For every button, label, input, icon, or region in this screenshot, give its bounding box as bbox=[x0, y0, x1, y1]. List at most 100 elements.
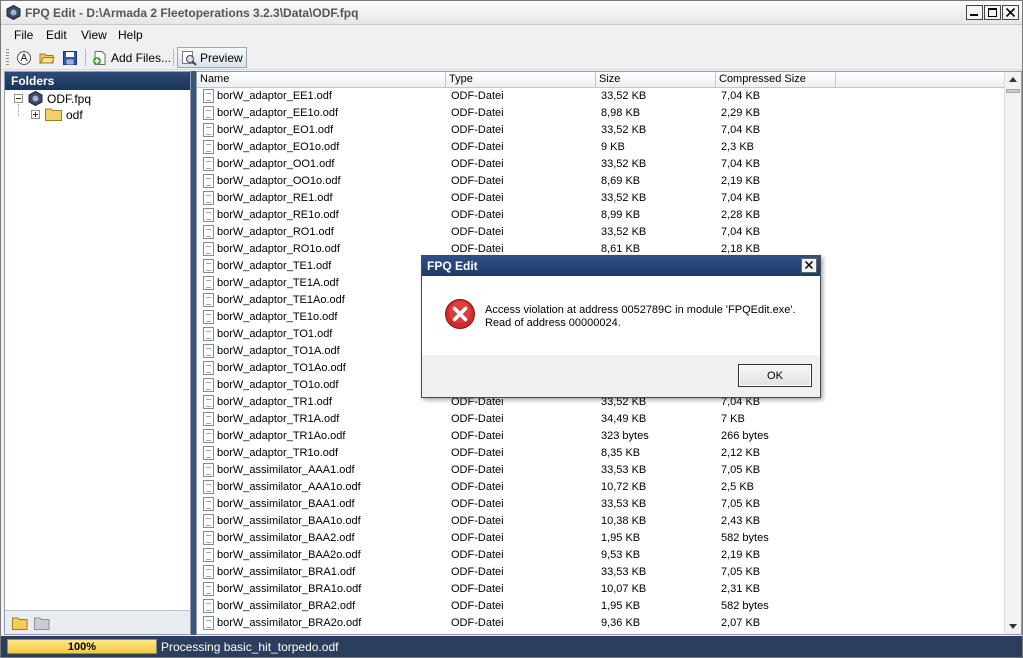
menu-file[interactable]: File bbox=[14, 28, 33, 42]
table-row[interactable]: borW_assimilator_BAA1.odf ODF-Datei 33,53 … bbox=[197, 496, 1005, 513]
add-files-icon bbox=[93, 50, 106, 65]
file-name: borW_adaptor_RO1o.odf bbox=[217, 243, 340, 255]
file-icon bbox=[203, 412, 214, 426]
vertical-scrollbar[interactable] bbox=[1004, 72, 1021, 634]
file-size: 33,52 KB bbox=[601, 226, 647, 238]
scroll-down-button[interactable] bbox=[1005, 618, 1021, 634]
table-row[interactable]: borW_adaptor_RO1.odf ODF-Datei 33,52 KB 7,0… bbox=[197, 224, 1005, 241]
table-row[interactable]: borW_adaptor_EE1.odf ODF-Datei 33,52 KB 7,0… bbox=[197, 88, 1005, 105]
table-row[interactable]: borW_adaptor_TR1A.odf ODF-Datei 34,49 KB 7 … bbox=[197, 411, 1005, 428]
scroll-up-button[interactable] bbox=[1005, 72, 1021, 88]
dialog-message-line-1: Access violation at address 0052789C in … bbox=[485, 304, 796, 316]
folder-delete-icon[interactable] bbox=[34, 616, 50, 630]
tree-collapse-toggle[interactable] bbox=[14, 94, 23, 103]
table-row[interactable]: borW_assimilator_BRA2.odf ODF-Datei 1,95 K… bbox=[197, 598, 1005, 615]
menu-view[interactable]: View bbox=[81, 28, 107, 42]
column-header-compressed-size[interactable]: Compressed Size bbox=[716, 72, 836, 88]
menu-edit[interactable]: Edit bbox=[46, 28, 67, 42]
file-icon bbox=[203, 174, 214, 188]
menu-help[interactable]: Help bbox=[118, 28, 143, 42]
magnifier-icon bbox=[182, 50, 197, 66]
file-size: 33,53 KB bbox=[601, 498, 647, 510]
scroll-thumb[interactable] bbox=[1006, 89, 1020, 93]
column-header-type[interactable]: Type bbox=[446, 72, 596, 88]
table-row[interactable]: borW_assimilator_BAA2o.odf ODF-Datei 9,53 … bbox=[197, 547, 1005, 564]
tree-item-root[interactable]: ODF.fpq bbox=[47, 92, 91, 106]
file-size: 8,61 KB bbox=[601, 243, 641, 255]
table-row[interactable]: borW_adaptor_RE1.odf ODF-Datei 33,52 KB 7,0… bbox=[197, 190, 1005, 207]
table-row[interactable]: borW_assimilator_BAA2.odf ODF-Datei 1,95 K… bbox=[197, 530, 1005, 547]
file-name: borW_adaptor_TE1o.odf bbox=[217, 311, 338, 323]
file-size: 8,35 KB bbox=[601, 447, 641, 459]
error-dialog: FPQ Edit Access violation at address 005… bbox=[421, 255, 821, 398]
maximize-button[interactable] bbox=[984, 5, 1001, 20]
file-type: ODF-Datei bbox=[451, 107, 504, 119]
table-row[interactable]: borW_assimilator_AAA1o.odf ODF-Datei 10,72… bbox=[197, 479, 1005, 496]
file-name: borW_adaptor_RO1.odf bbox=[217, 226, 334, 238]
file-type: ODF-Datei bbox=[451, 515, 504, 527]
table-row[interactable]: borW_adaptor_TR1Ao.odf ODF-Datei 323 bytes… bbox=[197, 428, 1005, 445]
file-icon bbox=[203, 157, 214, 171]
dialog-close-button[interactable] bbox=[801, 258, 817, 273]
menu-bar: File Edit View Help bbox=[1, 25, 1022, 45]
tree-item-odf[interactable]: odf bbox=[66, 108, 83, 122]
arrow-down-icon bbox=[1009, 624, 1017, 629]
file-name: borW_adaptor_RE1o.odf bbox=[217, 209, 339, 221]
table-row[interactable]: borW_adaptor_RE1o.odf ODF-Datei 8,99 KB 2,2… bbox=[197, 207, 1005, 224]
file-name: borW_adaptor_TO1Ao.odf bbox=[217, 362, 346, 374]
table-row[interactable]: borW_assimilator_BAA1o.odf ODF-Datei 10,38… bbox=[197, 513, 1005, 530]
close-button[interactable] bbox=[1002, 5, 1019, 20]
file-compressed-size: 7,05 KB bbox=[721, 498, 761, 510]
file-size: 33,53 KB bbox=[601, 566, 647, 578]
app-window: FPQ Edit - D:\Armada 2 Fleetoperations 3… bbox=[0, 0, 1023, 658]
title-bar[interactable]: FPQ Edit - D:\Armada 2 Fleetoperations 3… bbox=[1, 1, 1022, 25]
minimize-button[interactable] bbox=[966, 5, 983, 20]
file-compressed-size: 582 bytes bbox=[721, 532, 769, 544]
table-row[interactable]: borW_assimilator_BRA1.odf ODF-Datei 33,53 … bbox=[197, 564, 1005, 581]
new-button[interactable] bbox=[13, 47, 35, 68]
file-type: ODF-Datei bbox=[451, 226, 504, 238]
table-row[interactable]: borW_assimilator_AAA1.odf ODF-Datei 33,53 … bbox=[197, 462, 1005, 479]
file-size: 10,07 KB bbox=[601, 583, 647, 595]
add-files-button[interactable]: Add Files... bbox=[89, 47, 174, 68]
file-name: borW_adaptor_TE1.odf bbox=[217, 260, 332, 272]
file-name: borW_adaptor_EO1o.odf bbox=[217, 141, 340, 153]
table-row[interactable]: borW_adaptor_OO1o.odf ODF-Datei 8,69 KB 2,1… bbox=[197, 173, 1005, 190]
file-type: ODF-Datei bbox=[451, 90, 504, 102]
table-row[interactable]: borW_adaptor_EE1o.odf ODF-Datei 8,98 KB 2,2… bbox=[197, 105, 1005, 122]
folders-header: Folders bbox=[5, 72, 190, 90]
preview-button[interactable]: Preview bbox=[177, 47, 247, 68]
dialog-title-bar[interactable]: FPQ Edit bbox=[422, 256, 820, 276]
file-icon bbox=[203, 378, 214, 392]
table-row[interactable]: borW_assimilator_BRA1o.odf ODF-Datei 10,07… bbox=[197, 581, 1005, 598]
file-type: ODF-Datei bbox=[451, 209, 504, 221]
file-type: ODF-Datei bbox=[451, 413, 504, 425]
table-row[interactable]: borW_adaptor_TR1o.odf ODF-Datei 8,35 KB 2,1… bbox=[197, 445, 1005, 462]
table-row[interactable]: borW_assimilator_BRA2o.odf ODF-Datei 9,36 … bbox=[197, 615, 1005, 632]
file-name: borW_adaptor_TR1Ao.odf bbox=[217, 430, 346, 442]
column-header-name[interactable]: Name bbox=[197, 72, 446, 88]
file-icon bbox=[203, 123, 214, 137]
table-row[interactable]: borW_adaptor_OO1.odf ODF-Datei 33,52 KB 7,0… bbox=[197, 156, 1005, 173]
file-name: borW_assimilator_BAA1.odf bbox=[217, 498, 355, 510]
table-row[interactable]: borW_adaptor_EO1o.odf ODF-Datei 9 KB 2,3 KB bbox=[197, 139, 1005, 156]
file-compressed-size: 2,19 KB bbox=[721, 549, 761, 561]
column-header-size[interactable]: Size bbox=[596, 72, 716, 88]
table-row[interactable]: borW_adaptor_EO1.odf ODF-Datei 33,52 KB 7,0… bbox=[197, 122, 1005, 139]
add-files-label: Add Files... bbox=[111, 50, 172, 65]
file-size: 34,49 KB bbox=[601, 413, 647, 425]
folder-open-icon[interactable] bbox=[12, 616, 28, 630]
file-icon bbox=[203, 565, 214, 579]
file-icon bbox=[203, 361, 214, 375]
open-button[interactable] bbox=[36, 47, 58, 68]
file-name: borW_assimilator_BAA1o.odf bbox=[217, 515, 361, 527]
toolbar-grip[interactable] bbox=[6, 49, 9, 65]
save-button[interactable] bbox=[59, 47, 81, 68]
tree-expand-toggle[interactable] bbox=[31, 110, 40, 119]
archive-icon bbox=[28, 91, 43, 106]
toolbar-separator bbox=[173, 49, 174, 66]
file-type: ODF-Datei bbox=[451, 532, 504, 544]
file-compressed-size: 2,19 KB bbox=[721, 175, 761, 187]
ok-button[interactable]: OK bbox=[738, 364, 812, 387]
folder-icon bbox=[45, 108, 62, 121]
